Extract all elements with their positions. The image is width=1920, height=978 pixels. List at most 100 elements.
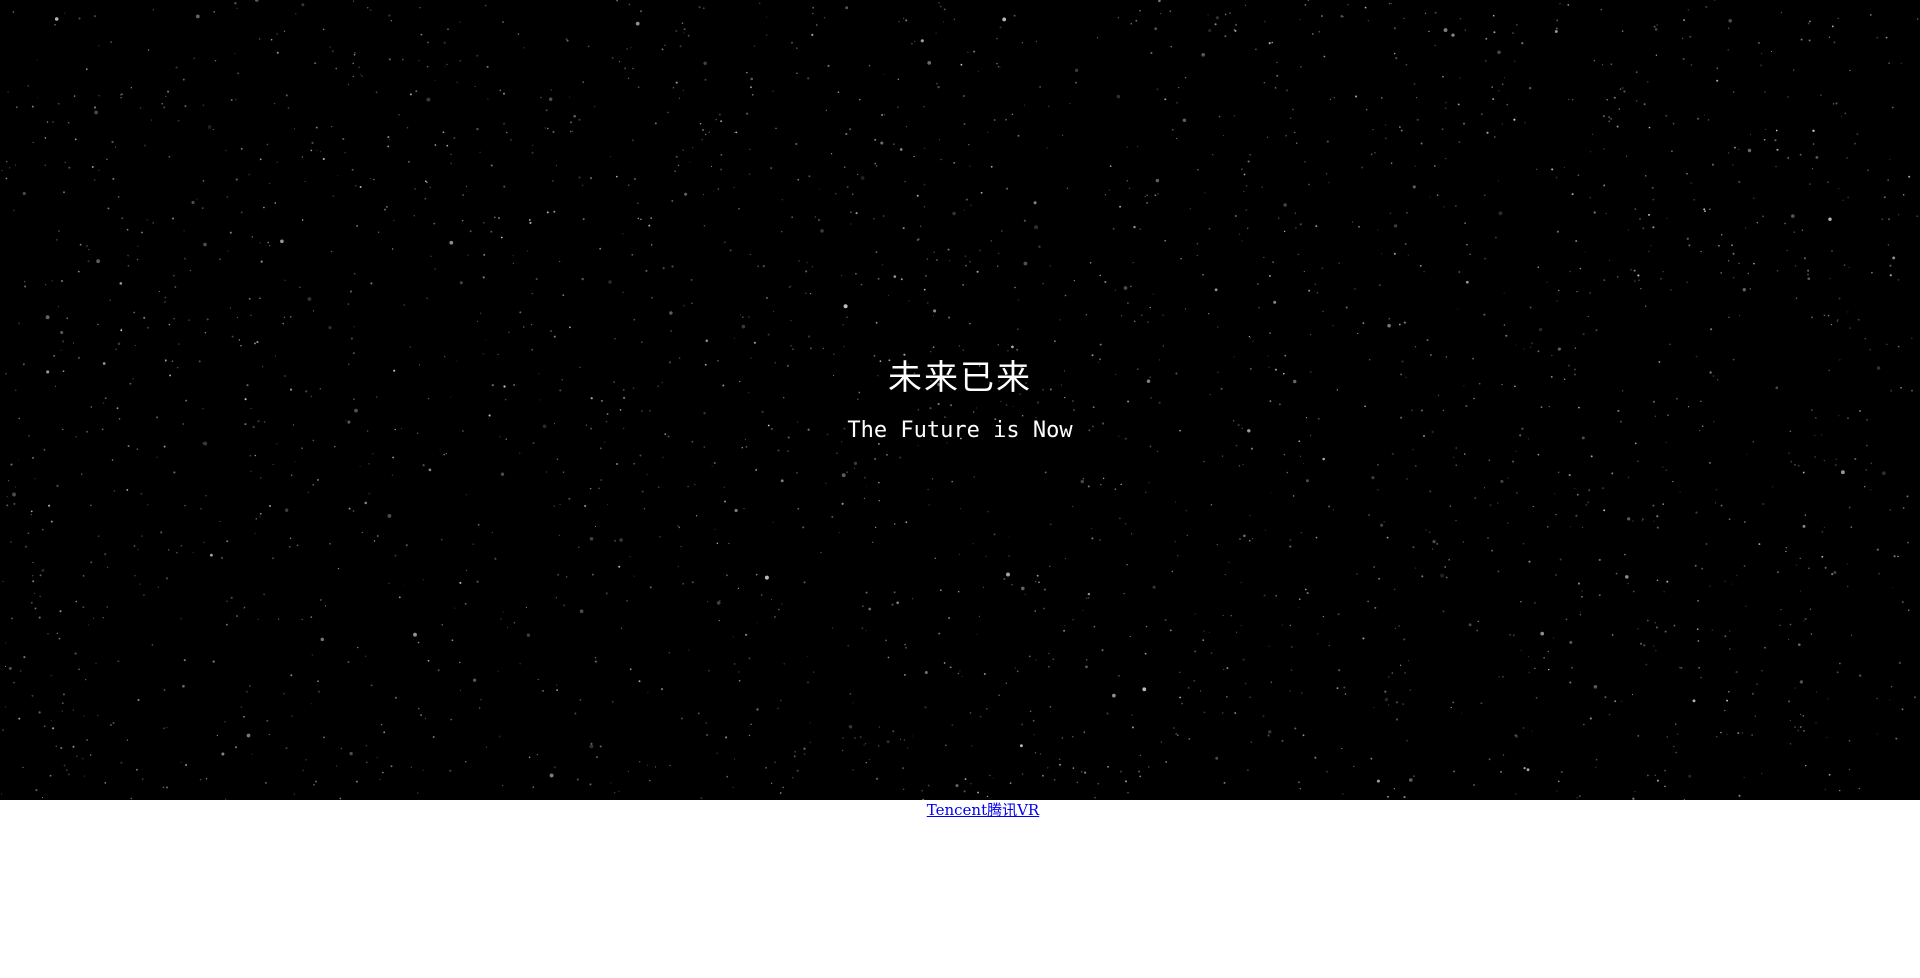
- star-dot: [1064, 625, 1066, 627]
- star-dot: [1127, 400, 1130, 403]
- star-dot: [1242, 658, 1245, 661]
- star-dot: [641, 490, 644, 493]
- star-dot: [962, 284, 964, 286]
- star-dot: [1480, 113, 1483, 116]
- star-dot: [1451, 33, 1455, 37]
- star-dot: [989, 774, 991, 777]
- star-dot: [1569, 270, 1571, 273]
- star-dot: [902, 767, 905, 770]
- star-dot: [845, 132, 848, 136]
- star-dot: [1744, 227, 1746, 229]
- star-dot: [94, 179, 96, 181]
- star-dot: [955, 784, 959, 788]
- star-dot: [1848, 506, 1851, 509]
- star-dot: [234, 746, 238, 749]
- star-dot: [1149, 445, 1152, 448]
- star-dot: [715, 118, 718, 121]
- starfield-hero[interactable]: 未来已来 The Future is Now: [0, 0, 1920, 800]
- star-dot: [846, 471, 849, 474]
- star-dot: [237, 72, 240, 75]
- star-dot: [1306, 592, 1309, 595]
- star-dot: [163, 445, 166, 448]
- star-dot: [1376, 779, 1380, 783]
- star-dot: [1450, 706, 1452, 709]
- star-dot: [51, 280, 53, 282]
- star-dot: [39, 574, 42, 577]
- star-dot: [78, 17, 81, 20]
- star-dot: [1064, 557, 1067, 560]
- star-dot: [162, 786, 165, 789]
- star-dot: [1775, 165, 1777, 168]
- star-dot: [1666, 217, 1668, 219]
- star-dot: [1372, 128, 1374, 131]
- star-dot: [927, 784, 930, 787]
- star-dot: [1374, 606, 1377, 609]
- star-dot: [1403, 17, 1405, 19]
- star-dot: [882, 215, 885, 217]
- star-dot: [640, 10, 642, 13]
- star-dot: [368, 492, 371, 495]
- star-dot: [1177, 554, 1179, 557]
- star-dot: [165, 95, 167, 98]
- star-dot: [1729, 630, 1731, 632]
- star-dot: [1889, 264, 1892, 267]
- star-dot: [290, 674, 293, 677]
- star-dot: [836, 452, 838, 455]
- star-dot: [620, 627, 623, 629]
- star-dot: [316, 149, 318, 151]
- star-dot: [445, 453, 447, 455]
- star-dot: [98, 45, 100, 47]
- star-dot: [1263, 256, 1265, 258]
- star-dot: [1709, 585, 1711, 587]
- star-dot: [643, 508, 646, 510]
- star-dot: [1515, 344, 1517, 346]
- star-dot: [1154, 194, 1157, 197]
- star-dot: [1670, 289, 1672, 291]
- star-dot: [1203, 460, 1205, 463]
- star-dot: [1487, 537, 1489, 539]
- star-dot: [555, 684, 558, 686]
- star-dot: [334, 446, 336, 448]
- star-dot: [1289, 117, 1292, 119]
- star-dot: [537, 678, 539, 681]
- star-dot: [967, 51, 969, 53]
- star-dot: [550, 89, 552, 91]
- star-dot: [1724, 580, 1726, 583]
- star-dot: [1337, 613, 1340, 616]
- star-dot: [349, 751, 353, 756]
- star-dot: [629, 556, 631, 558]
- star-dot: [1522, 727, 1525, 729]
- star-dot: [1743, 521, 1746, 523]
- star-dot: [1164, 619, 1167, 622]
- star-dot: [781, 603, 783, 605]
- star-dot: [1827, 698, 1829, 700]
- star-dot: [1387, 676, 1390, 678]
- star-dot: [770, 167, 773, 170]
- star-dot: [1316, 292, 1319, 294]
- star-dot: [72, 745, 75, 748]
- star-dot: [280, 239, 284, 244]
- star-dot: [432, 736, 435, 738]
- star-dot: [945, 744, 947, 746]
- starfield-background: [1, 0, 1919, 800]
- star-dot: [1399, 664, 1402, 666]
- star-dot: [1222, 712, 1224, 714]
- star-dot: [324, 605, 327, 607]
- star-dot: [97, 323, 99, 326]
- star-dot: [677, 566, 679, 568]
- star-dot: [559, 260, 561, 263]
- star-dot: [373, 178, 375, 181]
- star-dot: [841, 473, 846, 478]
- star-dot: [406, 127, 409, 129]
- star-dot: [1343, 686, 1346, 689]
- star-dot: [886, 740, 890, 744]
- star-dot: [1341, 747, 1343, 750]
- star-dot: [1774, 139, 1777, 142]
- star-dot: [1689, 35, 1692, 38]
- star-dot: [1589, 717, 1592, 720]
- star-dot: [923, 206, 926, 208]
- tencent-vr-link[interactable]: Tencent腾讯VR: [927, 801, 1039, 819]
- star-dot: [1828, 217, 1832, 221]
- star-dot: [1485, 60, 1487, 62]
- star-dot: [66, 769, 68, 771]
